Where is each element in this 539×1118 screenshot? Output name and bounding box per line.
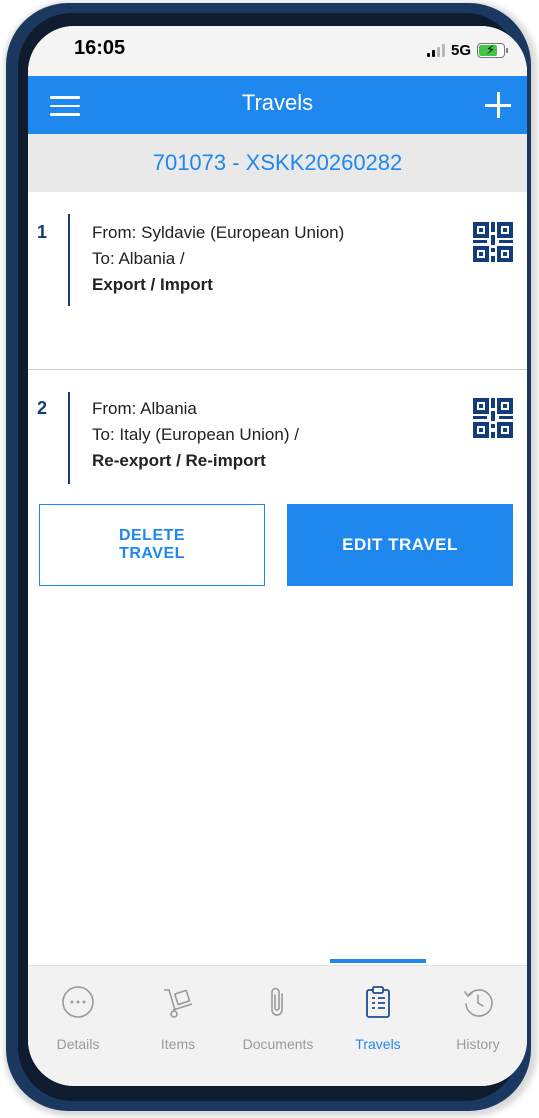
status-time: 16:05 — [74, 37, 126, 59]
more-circle-icon — [62, 986, 94, 1018]
travel-number: 1 — [37, 222, 48, 242]
history-icon — [464, 989, 493, 1017]
travel-type: Export / Import — [92, 275, 213, 294]
tab-label: Details — [56, 1036, 100, 1052]
travel-to: To: Italy (European Union) / — [92, 425, 299, 444]
delete-travel-button[interactable]: DELETE TRAVEL — [39, 504, 265, 586]
status-indicators: 5G ⚡ — [426, 40, 508, 60]
travel-from: From: Syldavie (European Union) — [92, 223, 345, 242]
tab-details[interactable]: Details — [28, 966, 128, 1061]
tab-label: Items — [160, 1036, 196, 1052]
page-title: Travels — [241, 90, 314, 115]
travel-divider — [68, 392, 70, 484]
clipboard-icon — [366, 986, 390, 1018]
edit-travel-button[interactable]: EDIT TRAVEL — [287, 504, 513, 586]
app-header: Travels — [28, 76, 527, 134]
paperclip-icon — [271, 987, 283, 1016]
travel-type: Re-export / Re-import — [92, 451, 266, 470]
travel-item-1[interactable]: 1 From: Syldavie (European Union) To: Al… — [28, 192, 527, 370]
qr-code-icon[interactable] — [473, 222, 513, 262]
hand-truck-icon — [164, 989, 193, 1018]
active-tab-indicator — [330, 959, 426, 963]
add-icon[interactable] — [483, 90, 513, 120]
tab-label: History — [456, 1036, 500, 1052]
qr-code-icon[interactable] — [473, 398, 513, 438]
tab-documents[interactable]: Documents — [228, 966, 328, 1061]
declaration-reference: 701073 - XSKK20260282 — [28, 134, 527, 192]
battery-charging-icon: ⚡ — [477, 42, 508, 58]
travel-details: From: Albania To: Italy (European Union)… — [92, 396, 299, 474]
travel-to: To: Albania / — [92, 249, 185, 268]
tab-travels[interactable]: Travels — [328, 959, 428, 1061]
tab-label: Travels — [355, 1036, 401, 1052]
bottom-nav: Details Items Documents Travels History — [28, 959, 527, 1086]
tab-items[interactable]: Items — [128, 966, 228, 1061]
travel-details: From: Syldavie (European Union) To: Alba… — [92, 220, 344, 298]
tab-label: Documents — [242, 1036, 314, 1052]
delete-label-line2: TRAVEL — [119, 545, 185, 562]
tab-history[interactable]: History — [428, 966, 527, 1061]
screen: 16:05 5G ⚡ Travels 701073 - XSKK20260282… — [28, 26, 527, 1086]
network-label: 5G — [450, 41, 471, 59]
delete-label-line1: DELETE — [118, 527, 186, 544]
travel-divider — [68, 214, 70, 306]
travel-list: 1 From: Syldavie (European Union) To: Al… — [28, 192, 527, 965]
status-bar: 16:05 5G ⚡ — [28, 26, 527, 76]
travel-number: 2 — [37, 398, 48, 418]
signal-icon — [426, 43, 445, 57]
travel-from: From: Albania — [92, 399, 197, 418]
